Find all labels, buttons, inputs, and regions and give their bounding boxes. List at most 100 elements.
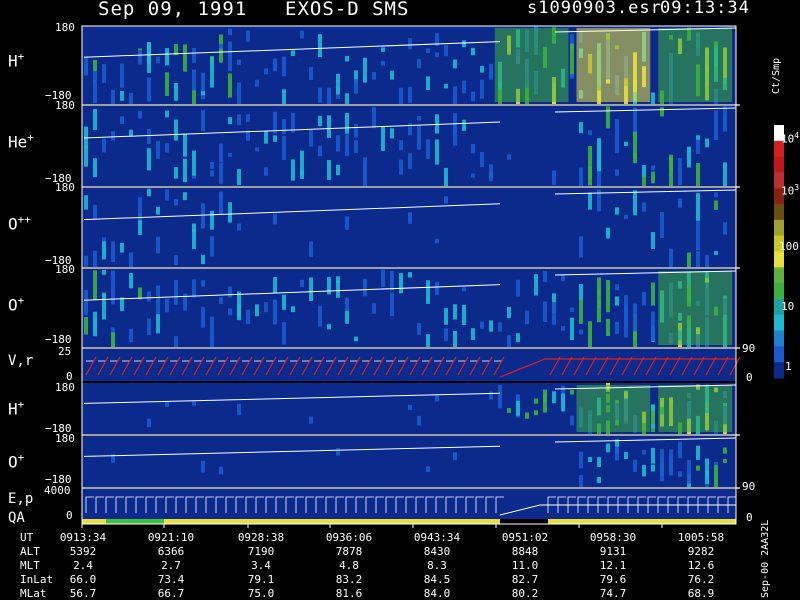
heat-cell: [165, 48, 169, 66]
ytick-top-7: 4000: [44, 484, 71, 497]
heat-cell: [696, 138, 700, 154]
footer-inlat-value: 73.4: [157, 573, 185, 586]
heat-cell: [534, 398, 538, 404]
heat-cell: [165, 72, 169, 96]
heat-cell: [651, 410, 655, 425]
heat-cell: [480, 65, 484, 73]
heat-cell: [192, 279, 196, 298]
heat-cell: [174, 336, 178, 347]
ytick-right-bot-7: 0: [746, 511, 753, 524]
heat-cell: [147, 188, 151, 197]
heat-cell: [210, 57, 214, 88]
heat-cell: [120, 297, 124, 311]
heat-cell: [642, 175, 646, 186]
heat-cell: [453, 86, 457, 104]
ytick-top-5: 180: [55, 381, 75, 394]
footer-inlat-value: 83.2: [335, 573, 363, 586]
heat-cell: [579, 299, 583, 324]
heat-cell: [381, 47, 385, 52]
colorbar-segment: [774, 156, 784, 173]
footer-mlat-value: 75.0: [247, 587, 275, 600]
colorbar-segment: [774, 330, 784, 347]
heat-cell: [282, 56, 286, 77]
heat-cell: [192, 150, 196, 176]
footer-ut-value: 0951:02: [501, 531, 549, 544]
heat-cell: [147, 318, 151, 335]
heat-cell: [120, 242, 124, 253]
heat-cell: [363, 57, 367, 83]
heat-cell: [264, 68, 268, 75]
footer-mlt-value: 2.7: [161, 559, 181, 572]
heat-cell: [633, 331, 637, 347]
heat-cell: [318, 305, 322, 311]
heat-cell: [444, 44, 448, 57]
heat-cell: [462, 287, 466, 292]
colorbar-segment: [774, 362, 784, 379]
heat-cell: [471, 143, 475, 154]
heat-cell: [363, 164, 367, 186]
footer-ut-value: 0958:30: [589, 531, 637, 544]
heat-cell: [345, 309, 349, 324]
ytick-top-4: 25: [58, 345, 72, 358]
heat-cell: [579, 283, 583, 301]
heat-cell: [210, 335, 214, 347]
heat-cell: [435, 282, 439, 295]
heat-cell: [714, 465, 718, 487]
panel-label-o-plus: O+: [8, 294, 25, 315]
heat-cell: [714, 110, 718, 141]
heat-cell: [327, 277, 331, 295]
heat-cell: [588, 321, 592, 347]
heat-cell: [228, 41, 232, 71]
heat-cell: [480, 322, 484, 328]
heat-cell: [426, 48, 430, 54]
heat-cell: [390, 70, 394, 80]
heat-cell: [345, 134, 349, 157]
heat-cell: [723, 222, 727, 235]
heat-cell: [723, 447, 727, 454]
heat-cell: [498, 322, 502, 332]
heat-cell: [192, 69, 196, 91]
heat-cell: [156, 141, 160, 159]
heat-cell: [435, 52, 439, 58]
heat-cell: [651, 282, 655, 306]
heat-cell: [462, 40, 466, 48]
heat-cell: [615, 446, 619, 461]
heat-cell: [309, 130, 313, 147]
heat-cell: [426, 334, 430, 347]
heat-cell: [291, 50, 295, 57]
heat-cell: [534, 410, 538, 416]
heat-cell: [417, 125, 421, 150]
heat-cell: [705, 458, 709, 477]
heat-cell: [201, 254, 205, 265]
heat-cell: [543, 301, 547, 323]
colorbar-tick-1: 1: [785, 360, 792, 373]
heat-cell: [453, 304, 457, 320]
heat-cell: [696, 135, 700, 140]
heat-cell: [417, 323, 421, 335]
heat-cell: [642, 449, 646, 455]
heat-cell: [498, 385, 502, 390]
heat-cell: [642, 165, 646, 177]
footer-mlat-value: 81.6: [335, 587, 363, 600]
colorbar-tick-100: 100: [779, 240, 799, 253]
footer-inlat-value: 79.6: [599, 573, 627, 586]
heat-cell: [84, 302, 88, 316]
heat-cell: [624, 305, 628, 338]
footer-inlat-value: 76.2: [687, 573, 715, 586]
heat-cell: [696, 445, 700, 460]
heat-cell: [237, 223, 241, 231]
heat-cell: [183, 44, 187, 72]
heat-cell: [462, 304, 466, 326]
heat-cell: [129, 93, 133, 104]
heat-cell: [453, 59, 457, 69]
footer-inlat-value: 66.0: [69, 573, 97, 586]
panel-4-background: [82, 349, 736, 381]
heat-cell: [408, 153, 412, 170]
footer-inlat-value: 79.1: [247, 573, 275, 586]
heat-cell: [273, 276, 277, 294]
heat-cell: [129, 252, 133, 267]
heat-cell: [165, 143, 169, 153]
heat-cell: [399, 87, 403, 104]
heat-cell: [516, 333, 520, 343]
heat-cell: [669, 248, 673, 267]
